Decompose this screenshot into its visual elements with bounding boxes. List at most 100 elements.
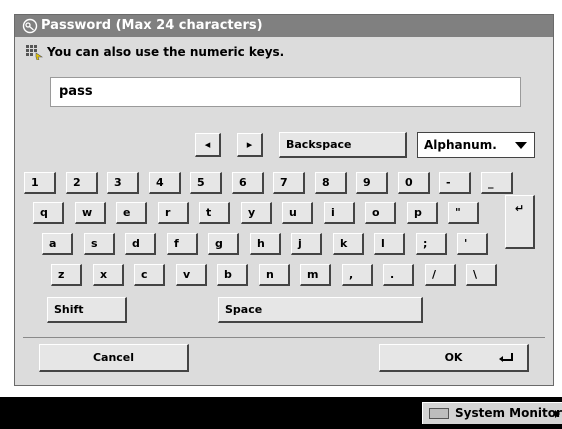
key-label: i bbox=[331, 206, 335, 219]
key-row2-0[interactable]: q bbox=[33, 202, 64, 224]
cancel-button[interactable]: Cancel bbox=[39, 344, 189, 372]
key-label: d bbox=[132, 237, 140, 250]
key-row4-6[interactable]: m bbox=[300, 264, 331, 286]
cursor-left-button[interactable]: ◂ bbox=[195, 133, 221, 157]
key-row1-1[interactable]: 2 bbox=[66, 172, 98, 194]
key-row4-1[interactable]: x bbox=[93, 264, 124, 286]
key-row1-0[interactable]: 1 bbox=[24, 172, 56, 194]
key-row4-0[interactable]: z bbox=[51, 264, 82, 286]
key-row1-9[interactable]: 0 bbox=[398, 172, 430, 194]
password-input[interactable]: pass bbox=[50, 77, 521, 107]
space-key[interactable]: Space bbox=[218, 297, 423, 323]
key-label: a bbox=[49, 237, 57, 250]
key-row1-10[interactable]: - bbox=[439, 172, 471, 194]
backspace-label: Backspace bbox=[286, 138, 352, 151]
key-label: y bbox=[248, 206, 256, 219]
key-label: o bbox=[372, 206, 380, 219]
key-row2-8[interactable]: o bbox=[365, 202, 396, 224]
key-label: l bbox=[381, 237, 385, 250]
input-mode-value: Alphanum. bbox=[424, 138, 497, 152]
key-row3-3[interactable]: f bbox=[167, 233, 198, 255]
system-monitor-button[interactable]: System Monitor bbox=[422, 402, 562, 424]
key-label: . bbox=[390, 268, 395, 281]
password-dialog: Password (Max 24 characters) You can als… bbox=[14, 14, 554, 386]
key-row1-6[interactable]: 7 bbox=[273, 172, 305, 194]
screen: Password (Max 24 characters) You can als… bbox=[0, 0, 562, 429]
key-row3-4[interactable]: g bbox=[208, 233, 239, 255]
enter-key[interactable]: ↵ bbox=[505, 195, 535, 249]
key-row3-1[interactable]: s bbox=[84, 233, 115, 255]
key-label: j bbox=[298, 237, 302, 250]
key-row3-2[interactable]: d bbox=[125, 233, 156, 255]
key-row3-7[interactable]: k bbox=[333, 233, 364, 255]
key-label: r bbox=[165, 206, 171, 219]
key-row2-10[interactable]: " bbox=[448, 202, 479, 224]
key-label: 8 bbox=[322, 176, 330, 189]
key-row1-4[interactable]: 5 bbox=[190, 172, 222, 194]
key-row2-6[interactable]: u bbox=[282, 202, 313, 224]
key-row2-3[interactable]: r bbox=[158, 202, 189, 224]
key-row3-10[interactable]: ' bbox=[457, 233, 488, 255]
key-label: e bbox=[123, 206, 131, 219]
key-row4-5[interactable]: n bbox=[259, 264, 290, 286]
system-monitor-label: System Monitor bbox=[455, 406, 562, 420]
key-label: - bbox=[446, 176, 451, 189]
shift-label: Shift bbox=[54, 303, 84, 316]
key-row1-3[interactable]: 4 bbox=[149, 172, 181, 194]
key-row3-9[interactable]: ; bbox=[416, 233, 447, 255]
key-row1-5[interactable]: 6 bbox=[232, 172, 264, 194]
key-row1-2[interactable]: 3 bbox=[107, 172, 139, 194]
key-label: 0 bbox=[405, 176, 413, 189]
cursor-right-button[interactable]: ▸ bbox=[237, 133, 263, 157]
key-icon bbox=[22, 18, 38, 34]
key-row4-7[interactable]: , bbox=[342, 264, 373, 286]
key-row4-3[interactable]: v bbox=[176, 264, 207, 286]
key-label: u bbox=[289, 206, 297, 219]
input-mode-select[interactable]: Alphanum. bbox=[417, 132, 535, 158]
key-label: x bbox=[100, 268, 108, 281]
key-label: s bbox=[91, 237, 98, 250]
key-row3-6[interactable]: j bbox=[291, 233, 322, 255]
cursor-right-icon: ▸ bbox=[246, 138, 253, 151]
key-label: _ bbox=[488, 176, 494, 189]
key-label: 5 bbox=[197, 176, 205, 189]
key-row1-11[interactable]: _ bbox=[481, 172, 513, 194]
key-row2-5[interactable]: y bbox=[241, 202, 272, 224]
key-row4-4[interactable]: b bbox=[217, 264, 248, 286]
key-row4-8[interactable]: . bbox=[383, 264, 414, 286]
key-row1-8[interactable]: 9 bbox=[356, 172, 388, 194]
dialog-title: Password (Max 24 characters) bbox=[41, 18, 263, 33]
shift-key[interactable]: Shift bbox=[47, 297, 127, 323]
return-icon bbox=[499, 353, 513, 362]
key-label: \ bbox=[473, 268, 478, 281]
key-row3-5[interactable]: h bbox=[250, 233, 281, 255]
key-row4-2[interactable]: c bbox=[134, 264, 165, 286]
key-label: 6 bbox=[239, 176, 247, 189]
key-row4-10[interactable]: \ bbox=[466, 264, 497, 286]
key-label: m bbox=[307, 268, 319, 281]
key-row1-7[interactable]: 8 bbox=[315, 172, 347, 194]
key-label: 7 bbox=[280, 176, 288, 189]
key-label: 3 bbox=[114, 176, 122, 189]
dialog-titlebar: Password (Max 24 characters) bbox=[15, 15, 553, 37]
key-row3-0[interactable]: a bbox=[42, 233, 73, 255]
key-label: 4 bbox=[156, 176, 164, 189]
key-label: v bbox=[183, 268, 191, 281]
key-label: f bbox=[174, 237, 179, 250]
key-row2-9[interactable]: p bbox=[407, 202, 438, 224]
key-row2-4[interactable]: t bbox=[199, 202, 230, 224]
key-label: ; bbox=[423, 237, 428, 250]
ok-button[interactable]: OK bbox=[379, 344, 529, 372]
key-label: c bbox=[141, 268, 148, 281]
key-row2-7[interactable]: i bbox=[324, 202, 355, 224]
key-label: " bbox=[455, 206, 461, 219]
key-label: k bbox=[340, 237, 348, 250]
key-row2-2[interactable]: e bbox=[116, 202, 147, 224]
key-row2-1[interactable]: w bbox=[75, 202, 106, 224]
key-row3-8[interactable]: l bbox=[374, 233, 405, 255]
key-row4-9[interactable]: / bbox=[425, 264, 456, 286]
key-label: n bbox=[266, 268, 274, 281]
backspace-button[interactable]: Backspace bbox=[279, 132, 407, 158]
key-label: w bbox=[82, 206, 93, 219]
key-label: 9 bbox=[363, 176, 371, 189]
